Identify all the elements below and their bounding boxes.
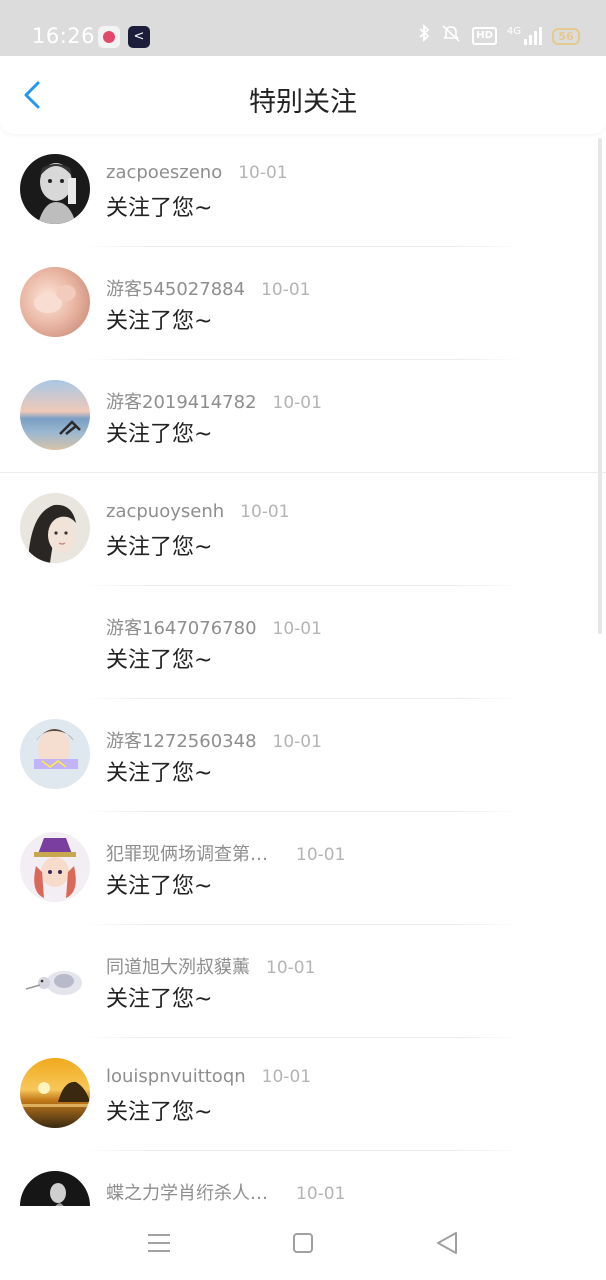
date-text: 10-01 [238,163,288,183]
message-text: 关注了您~ [106,648,213,673]
message-text: 关注了您~ [106,535,213,560]
mute-bell-icon [440,24,462,49]
username-text[interactable]: 游客1647076780 [106,618,257,639]
notification-app-icon [98,26,120,48]
date-text: 10-01 [272,619,322,639]
avatar-sunset-sea-icon[interactable] [20,1058,90,1128]
username[interactable]: zacpuoysenh 10-01 [106,501,290,522]
date-text: 10-01 [296,1184,346,1204]
username-text[interactable]: zacpoeszeno [106,162,222,183]
date-text: 10-01 [272,393,322,413]
list-item[interactable]: 蝶之力学肖绗杀人… 10-01 [0,1151,606,1206]
hd-icon: HD [472,27,497,45]
page-title: 特别关注 [249,87,357,118]
message-text: 关注了您~ [106,874,213,899]
list-item[interactable]: 游客1272560348 10-01 关注了您~ [0,699,606,812]
username[interactable]: 游客2019414782 10-01 [106,388,322,414]
username-text[interactable]: 犯罪现俩场调查第… [106,844,268,865]
network-4g-icon: 4G [507,27,542,45]
home-square-icon [293,1233,313,1253]
menu-icon [148,1234,170,1252]
signal-bars-icon [524,27,542,45]
message-text: 关注了您~ [106,309,213,334]
message-text: 关注了您~ [106,1100,213,1125]
avatar-bw-portrait-icon[interactable] [20,154,90,224]
list-item[interactable]: zacpuoysenh 10-01 关注了您~ [0,473,606,586]
username-text[interactable]: zacpuoysenh [106,501,224,522]
battery-icon: 56 [552,27,580,45]
avatar-woman-face-icon[interactable] [20,493,90,563]
list-item[interactable]: 犯罪现俩场调查第… 10-01 关注了您~ [0,812,606,925]
username[interactable]: 游客1272560348 10-01 [106,727,322,753]
list-item[interactable]: 游客545027884 10-01 关注了您~ [0,247,606,360]
avatar-bird-icon[interactable] [20,945,90,1015]
avatar-cartoon-hat-icon[interactable] [20,832,90,902]
username[interactable]: 蝶之力学肖绗杀人… 10-01 [106,1179,345,1205]
date-text: 10-01 [261,280,311,300]
list-item[interactable]: 游客1647076780 10-01 关注了您~ [0,586,606,699]
username[interactable]: 犯罪现俩场调查第… 10-01 [106,840,345,866]
follow-list[interactable]: zacpoeszeno 10-01 关注了您~ 游客545027884 10-01 … [0,134,606,1206]
username[interactable]: zacpoeszeno 10-01 [106,162,288,183]
avatar-empty-icon[interactable] [20,606,90,676]
list-item[interactable]: zacpoeszeno 10-01 关注了您~ [0,134,606,247]
message-text: 关注了您~ [106,987,213,1012]
username-text[interactable]: 蝶之力学肖绗杀人… [106,1183,268,1204]
username-text[interactable]: 游客1272560348 [106,731,257,752]
bluetooth-icon [418,23,430,49]
home-button[interactable] [288,1228,318,1258]
scrollbar[interactable] [598,138,602,634]
username-text[interactable]: 游客2019414782 [106,392,257,413]
menu-button[interactable] [144,1228,174,1258]
notification-app-icon-2: < [128,26,150,48]
avatar-selfie-icon[interactable] [20,719,90,789]
list-item[interactable]: 同道旭大洌叔貘薰 10-01 关注了您~ [0,925,606,1038]
date-text: 10-01 [272,732,322,752]
username[interactable]: louispnvuittoqn 10-01 [106,1066,311,1087]
avatar-dark-figure-icon[interactable] [20,1171,90,1206]
username[interactable]: 游客545027884 10-01 [106,275,310,301]
username-text[interactable]: 游客545027884 [106,279,245,300]
date-text: 10-01 [240,502,290,522]
username-text[interactable]: 同道旭大洌叔貘薰 [106,957,250,978]
status-time: 16:26 [32,24,96,48]
avatar-pink-blur-icon[interactable] [20,267,90,337]
date-text: 10-01 [261,1067,312,1087]
username[interactable]: 同道旭大洌叔貘薰 10-01 [106,953,315,979]
date-text: 10-01 [266,958,316,978]
list-item[interactable]: 游客2019414782 10-01 关注了您~ [0,360,606,473]
avatar-beach-chair-icon[interactable] [20,380,90,450]
username[interactable]: 游客1647076780 10-01 [106,614,322,640]
title-bar: 特别关注 [0,56,606,134]
username-text[interactable]: louispnvuittoqn [106,1066,246,1087]
date-text: 10-01 [296,845,346,865]
message-text: 关注了您~ [106,422,213,447]
message-text: 关注了您~ [106,196,213,221]
status-icons: HD 4G 56 [418,23,580,49]
system-nav-bar [0,1206,606,1280]
back-triangle-icon [437,1232,457,1254]
network-label: 4G [506,26,521,37]
status-bar: 16:26 < HD 4G 56 [0,0,606,56]
message-text: 关注了您~ [106,761,213,786]
back-nav-button[interactable] [432,1228,462,1258]
list-item[interactable]: louispnvuittoqn 10-01 关注了您~ [0,1038,606,1151]
